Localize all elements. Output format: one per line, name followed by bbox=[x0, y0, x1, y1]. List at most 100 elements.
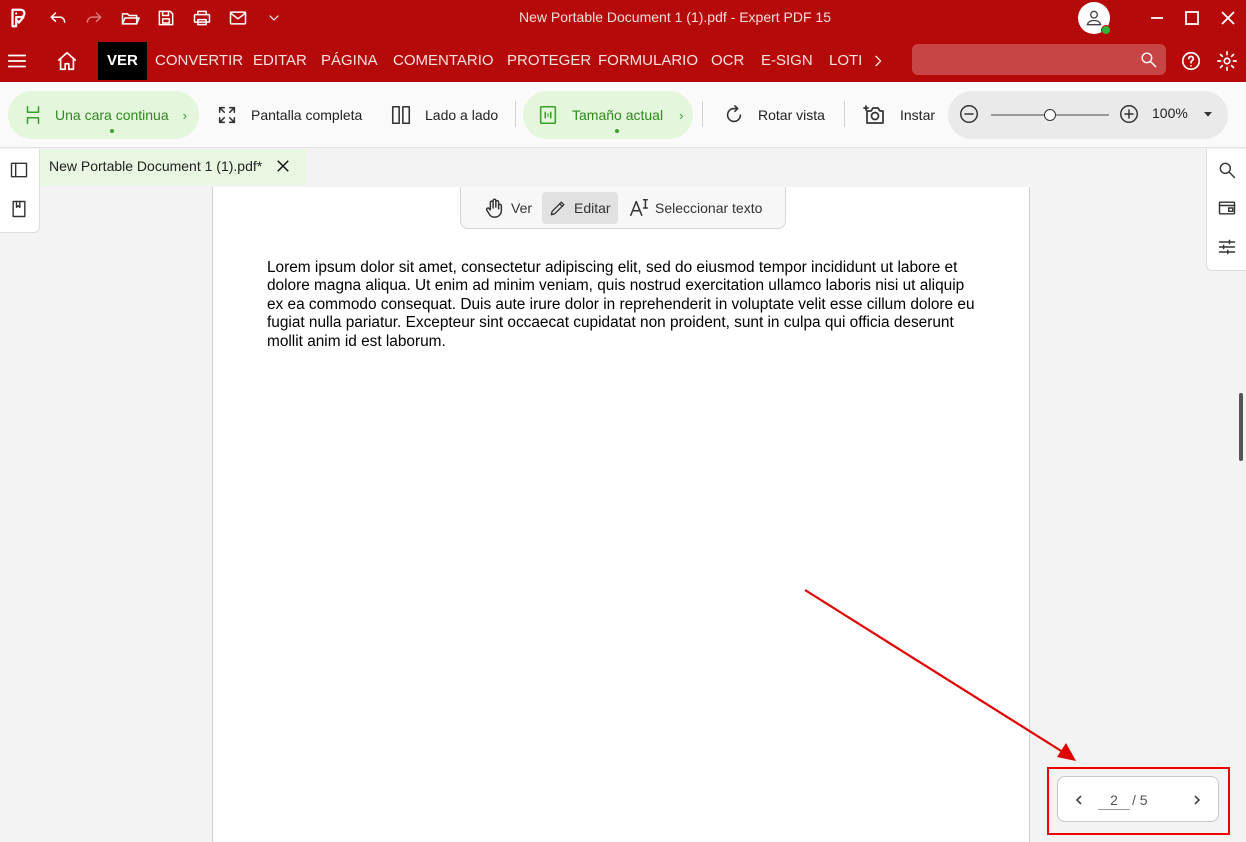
find-button[interactable] bbox=[1217, 160, 1237, 185]
help-button[interactable] bbox=[1180, 42, 1204, 80]
hamburger-menu-button[interactable] bbox=[6, 42, 30, 80]
document-tab-title: New Portable Document 1 (1).pdf* bbox=[49, 158, 263, 174]
sidebar-icon bbox=[10, 162, 28, 178]
zoom-out-icon bbox=[960, 105, 978, 123]
menu-tab-convertir[interactable]: CONVERTIR bbox=[155, 42, 243, 80]
minimize-button[interactable] bbox=[1139, 0, 1175, 36]
toolbar-separator bbox=[515, 101, 516, 127]
hand-icon bbox=[485, 198, 503, 218]
document-body-text[interactable]: Lorem ipsum dolor sit amet, consectetur … bbox=[267, 259, 979, 351]
zoom-value: 100% bbox=[1152, 105, 1188, 121]
menu-tab-lotes[interactable]: LOTI bbox=[829, 42, 862, 80]
user-avatar[interactable] bbox=[1078, 2, 1111, 35]
fullscreen-icon bbox=[218, 106, 236, 124]
zoom-dropdown-button[interactable] bbox=[1200, 106, 1216, 127]
properties-button[interactable] bbox=[1217, 237, 1237, 262]
zoom-out-button[interactable] bbox=[958, 103, 980, 130]
menu-tab-comentario[interactable]: COMENTARIO bbox=[393, 42, 494, 80]
edit-mode-label: Editar bbox=[574, 200, 611, 216]
home-button[interactable] bbox=[56, 42, 80, 80]
menu-tab-esign[interactable]: E-SIGN bbox=[761, 42, 813, 80]
zoom-in-icon bbox=[1120, 105, 1138, 123]
menu-tab-ver[interactable]: VER bbox=[98, 42, 147, 80]
search-input[interactable] bbox=[912, 44, 1166, 75]
view-mode-label: Ver bbox=[511, 200, 533, 216]
menu-tab-ocr[interactable]: OCR bbox=[711, 42, 744, 80]
close-icon bbox=[1221, 11, 1235, 25]
next-page-button[interactable] bbox=[1182, 777, 1212, 823]
window-title: New Portable Document 1 (1).pdf - Expert… bbox=[518, 9, 832, 25]
menu-tab-formulario[interactable]: FORMULARIO bbox=[598, 42, 698, 80]
settings-button[interactable] bbox=[1216, 42, 1240, 80]
bookmark-icon bbox=[12, 200, 26, 218]
minimize-icon bbox=[1151, 17, 1163, 19]
snapshot-label: Instar bbox=[900, 107, 936, 123]
sidebar-toggle-button[interactable] bbox=[9, 160, 29, 185]
active-indicator-dot bbox=[110, 129, 114, 133]
select-text-mode-button[interactable]: Seleccionar texto bbox=[628, 192, 762, 224]
menu-scroll-right-button[interactable] bbox=[870, 42, 884, 80]
caret-down-icon bbox=[1204, 112, 1212, 117]
toolbar-separator bbox=[844, 101, 845, 127]
page-panel-button[interactable] bbox=[1217, 198, 1237, 223]
interaction-mode-bar: Ver Editar Seleccionar texto bbox=[460, 187, 786, 229]
view-toolbar: Una cara continua › Pantalla completa La… bbox=[0, 82, 1246, 148]
view-mode-button[interactable]: Ver bbox=[483, 192, 532, 224]
edit-mode-button[interactable]: Editar bbox=[542, 192, 618, 224]
toolbar-separator bbox=[702, 101, 703, 127]
chevron-right-icon bbox=[875, 55, 882, 67]
zoom-in-button[interactable] bbox=[1118, 103, 1140, 130]
page-navigator: / 5 bbox=[1057, 776, 1219, 822]
select-text-mode-label: Seleccionar texto bbox=[655, 200, 763, 216]
rotate-view-button[interactable]: Rotar vista bbox=[723, 91, 825, 139]
side-by-side-label: Lado a lado bbox=[425, 107, 499, 123]
continuous-page-icon bbox=[26, 105, 40, 125]
camera-icon bbox=[863, 105, 884, 124]
menu-tab-editar[interactable]: EDITAR bbox=[253, 42, 307, 80]
panel-icon bbox=[1218, 201, 1236, 215]
document-tab[interactable]: New Portable Document 1 (1).pdf* bbox=[40, 149, 306, 185]
vertical-scrollbar-thumb[interactable] bbox=[1239, 393, 1243, 461]
close-window-button[interactable] bbox=[1210, 0, 1246, 36]
help-icon bbox=[1181, 51, 1201, 71]
chevron-left-icon bbox=[1075, 795, 1082, 805]
left-side-panel bbox=[0, 149, 40, 233]
sliders-icon bbox=[1218, 239, 1236, 255]
maximize-icon bbox=[1185, 11, 1199, 25]
close-icon bbox=[277, 160, 289, 172]
zoom-slider-track[interactable] bbox=[991, 109, 1109, 121]
rotate-icon bbox=[726, 105, 742, 123]
text-cursor-icon bbox=[630, 199, 648, 217]
close-tab-button[interactable] bbox=[274, 157, 292, 178]
zoom-control: 100% bbox=[948, 91, 1228, 139]
online-status-dot bbox=[1101, 25, 1111, 35]
menu-tab-pagina[interactable]: PÁGINA bbox=[321, 42, 378, 80]
gear-icon bbox=[1217, 51, 1237, 71]
right-side-panel bbox=[1206, 149, 1246, 271]
full-screen-button[interactable]: Pantalla completa bbox=[216, 91, 362, 139]
bookmarks-button[interactable] bbox=[9, 199, 29, 224]
full-screen-label: Pantalla completa bbox=[251, 107, 363, 123]
side-by-side-button[interactable]: Lado a lado bbox=[390, 91, 498, 139]
search-icon bbox=[1219, 162, 1236, 179]
page-total-label: / 5 bbox=[1132, 792, 1148, 808]
actual-size-icon bbox=[539, 105, 557, 125]
pencil-icon bbox=[550, 201, 565, 216]
one-page-continuous-button[interactable]: Una cara continua › bbox=[8, 91, 199, 139]
active-indicator-dot bbox=[615, 129, 619, 133]
previous-page-button[interactable] bbox=[1064, 777, 1094, 823]
actual-size-label: Tamaño actual bbox=[572, 107, 664, 123]
ribbon-menu: VER CONVERTIR EDITAR PÁGINA COMENTARIO P… bbox=[0, 36, 1246, 82]
actual-size-button[interactable]: Tamaño actual › bbox=[523, 91, 693, 139]
one-page-continuous-label: Una cara continua bbox=[55, 107, 169, 123]
page-number-input[interactable] bbox=[1098, 790, 1130, 810]
side-by-side-icon bbox=[391, 105, 411, 125]
title-bar: New Portable Document 1 (1).pdf - Expert… bbox=[0, 0, 1246, 36]
snapshot-button[interactable]: Instar bbox=[863, 91, 935, 139]
user-icon bbox=[1086, 10, 1102, 26]
chevron-right-icon: › bbox=[679, 107, 684, 123]
zoom-slider-thumb[interactable] bbox=[1044, 109, 1056, 121]
maximize-button[interactable] bbox=[1174, 0, 1210, 36]
menu-tab-proteger[interactable]: PROTEGER bbox=[507, 42, 591, 80]
home-icon bbox=[57, 51, 77, 71]
